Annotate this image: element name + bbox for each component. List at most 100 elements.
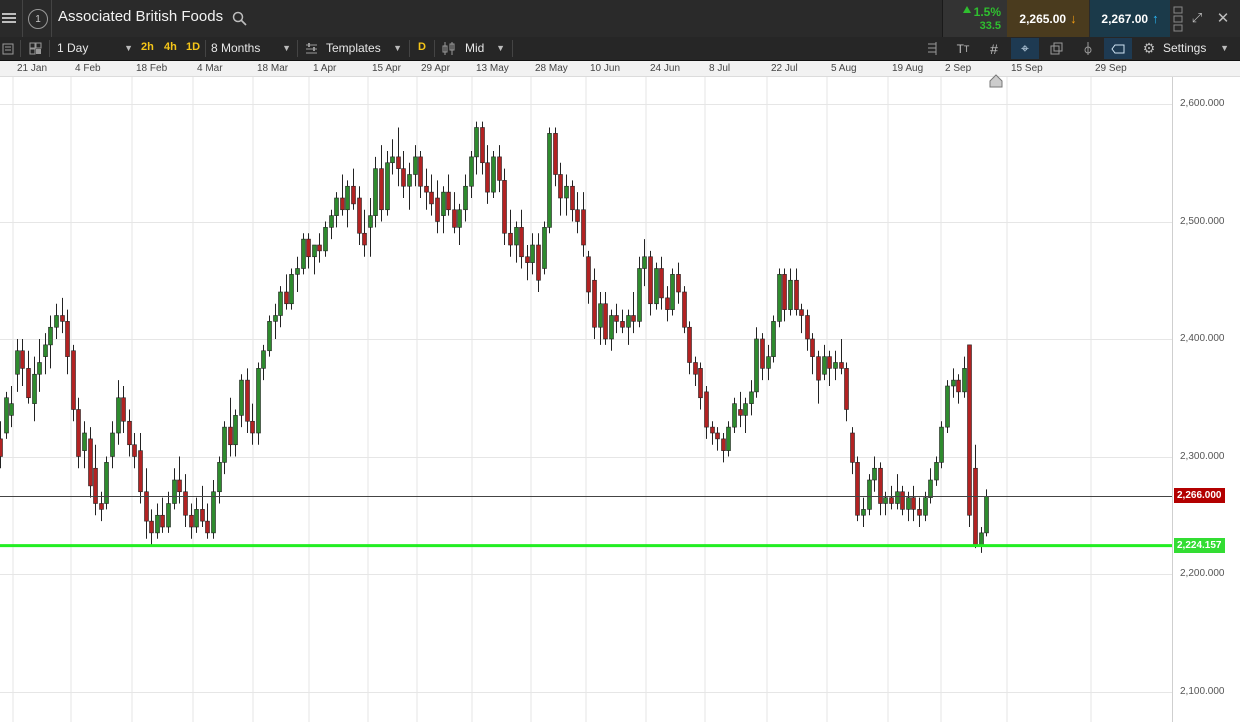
candle-body [480, 127, 485, 164]
candle [682, 286, 687, 334]
candle [26, 350, 31, 404]
candle-body [200, 509, 205, 522]
candle-body [446, 191, 451, 211]
candle-body [564, 185, 569, 199]
candle-body [721, 438, 726, 451]
candle [710, 421, 715, 445]
candle-body [491, 156, 496, 193]
candle-body [329, 215, 334, 228]
candle [726, 421, 731, 457]
candle-body [396, 156, 401, 169]
candle-body [626, 315, 631, 328]
candle-body [883, 497, 888, 504]
candle [805, 309, 810, 351]
candle [424, 168, 429, 210]
candle [474, 121, 479, 175]
candle [816, 350, 821, 404]
candle [485, 145, 490, 204]
candle-body [261, 350, 266, 369]
candle-body [177, 479, 182, 493]
candle-body [194, 509, 199, 528]
candle-body [810, 338, 815, 357]
candle-body [93, 467, 98, 504]
support-line-tag[interactable]: 2,224.157 [1174, 538, 1225, 553]
candle-body [575, 209, 580, 222]
candle-body [928, 479, 933, 498]
candle [844, 362, 849, 422]
candle-body [4, 397, 9, 434]
candle [979, 527, 984, 553]
candle [648, 250, 653, 316]
candle [497, 145, 502, 193]
candle [345, 180, 350, 228]
candle-body [945, 385, 950, 428]
candle [827, 350, 832, 386]
candle-body [357, 197, 362, 234]
candle [810, 333, 815, 375]
candle [205, 503, 210, 539]
candle [245, 368, 250, 433]
candle [306, 233, 311, 269]
candle [435, 180, 440, 234]
candle-body [519, 227, 524, 258]
candle-body [951, 379, 956, 387]
candle-body [934, 462, 939, 481]
candle [878, 462, 883, 516]
price-axis-label: 2,600.000 [1180, 98, 1225, 109]
candle-body [766, 356, 771, 369]
candle-body [485, 162, 490, 193]
candle [676, 262, 681, 304]
candle-body [939, 426, 944, 463]
candle-body [373, 168, 378, 216]
candle [502, 168, 507, 245]
candle-body [362, 232, 367, 246]
candle-body [799, 309, 804, 316]
candle [631, 292, 636, 334]
candle-body [48, 326, 53, 346]
candle [429, 174, 434, 216]
candle-body [76, 409, 81, 457]
candle-body [917, 509, 922, 516]
candle [514, 221, 519, 263]
candle [799, 303, 804, 334]
candle [967, 344, 972, 527]
candle-body [256, 368, 261, 434]
candle [357, 186, 362, 245]
candle-body [861, 509, 866, 516]
candle-body [43, 344, 48, 357]
candle-body [558, 174, 563, 199]
price-axis-label: 2,400.000 [1180, 333, 1225, 344]
candle-body [687, 326, 692, 363]
candle-body [278, 291, 283, 316]
candle [194, 497, 199, 533]
candle [951, 368, 956, 398]
candle-body [979, 532, 984, 545]
candle [82, 421, 87, 469]
candle [777, 268, 782, 328]
price-axis-label: 2,200.000 [1180, 568, 1225, 579]
candle [121, 386, 126, 433]
candle [575, 192, 580, 234]
candle [754, 327, 759, 398]
candle-body [323, 227, 328, 252]
scroll-to-latest-icon[interactable] [989, 74, 1003, 88]
candle-body [502, 180, 507, 234]
candle-body [368, 215, 373, 228]
candle [289, 268, 294, 310]
candle-body [609, 315, 614, 340]
candle [138, 433, 143, 504]
candle-body [418, 156, 423, 187]
candle-body [441, 191, 446, 216]
price-axis-label: 2,500.000 [1180, 215, 1225, 227]
candle [351, 168, 356, 210]
candle [104, 456, 109, 510]
candle-body [570, 185, 575, 211]
candle [54, 303, 59, 339]
candle [760, 333, 765, 381]
candle [794, 268, 799, 316]
candle [900, 485, 905, 516]
candle-body [620, 321, 625, 328]
candle [956, 374, 961, 404]
price-chart[interactable] [0, 0, 1240, 722]
candle-body [132, 444, 137, 457]
